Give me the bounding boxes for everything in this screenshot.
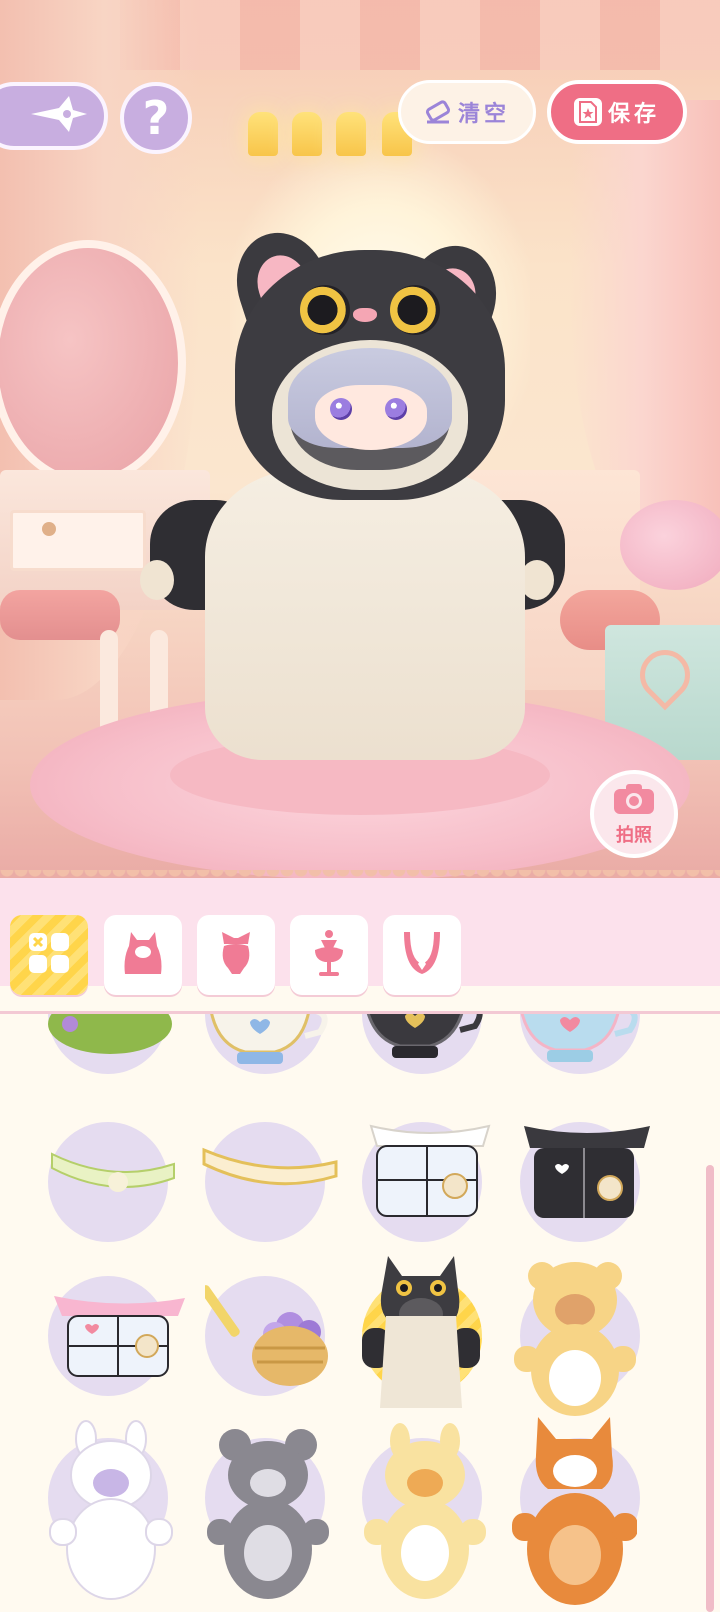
clear-label: 清空 xyxy=(457,102,510,127)
hood-eye-right xyxy=(390,285,440,335)
hooded-outfit-icon xyxy=(121,928,165,982)
necklace-icon xyxy=(400,928,444,982)
grid-scrollbar[interactable] xyxy=(706,1165,714,1612)
eraser-icon xyxy=(424,98,452,126)
back-button[interactable] xyxy=(0,82,108,150)
photo-label: 拍照 xyxy=(616,824,652,846)
stand-accessory-icon xyxy=(307,928,351,982)
left-paw xyxy=(140,560,174,600)
tab-all[interactable] xyxy=(10,915,88,995)
cat-costume-body xyxy=(205,470,525,760)
hood-eye-left xyxy=(300,285,350,335)
pink-card-dress-item xyxy=(54,1296,185,1377)
yellow-bunny-costume-item xyxy=(364,1423,486,1599)
tab-necklace[interactable] xyxy=(383,915,461,995)
girl-eye-left xyxy=(330,398,352,420)
item-grid xyxy=(0,1014,720,1612)
gray-mouse-costume-item xyxy=(207,1429,329,1599)
fox-costume-item xyxy=(512,1417,637,1605)
black-teacup-item xyxy=(366,1014,483,1058)
clear-button[interactable]: 清空 xyxy=(398,80,536,144)
green-lace-headband-item xyxy=(51,1152,175,1192)
hood-nose xyxy=(353,308,377,322)
yellow-bear-costume-item xyxy=(514,1262,636,1416)
white-bunny-costume-item xyxy=(49,1420,173,1600)
question-icon: ? xyxy=(142,91,170,145)
save-label: 保存 xyxy=(607,102,660,127)
camera-icon xyxy=(612,782,656,821)
bow-hat-icon xyxy=(214,928,258,982)
help-button[interactable]: ? xyxy=(120,82,192,154)
white-card-dress-item xyxy=(369,1124,491,1217)
grid-icon xyxy=(27,931,71,979)
photo-button[interactable]: 拍照 xyxy=(590,770,678,858)
yellow-lace-headband-item xyxy=(202,1147,338,1186)
tab-hat[interactable] xyxy=(197,915,275,995)
flower-basket-item xyxy=(205,1285,328,1386)
white-teacup-item xyxy=(210,1014,328,1064)
pastel-teacup-item xyxy=(520,1014,638,1062)
green-hat-item xyxy=(48,1014,172,1054)
sparkle-back-icon xyxy=(29,94,89,138)
black-card-dress-item xyxy=(524,1126,650,1218)
girl-face xyxy=(315,385,427,450)
black-cat-costume-item xyxy=(362,1256,480,1408)
girl-eye-right xyxy=(385,398,407,420)
tab-accessory[interactable] xyxy=(290,915,368,995)
tab-outfit[interactable] xyxy=(104,915,182,995)
save-file-icon xyxy=(573,98,602,126)
save-button[interactable]: 保存 xyxy=(547,80,687,144)
right-paw xyxy=(520,560,554,600)
